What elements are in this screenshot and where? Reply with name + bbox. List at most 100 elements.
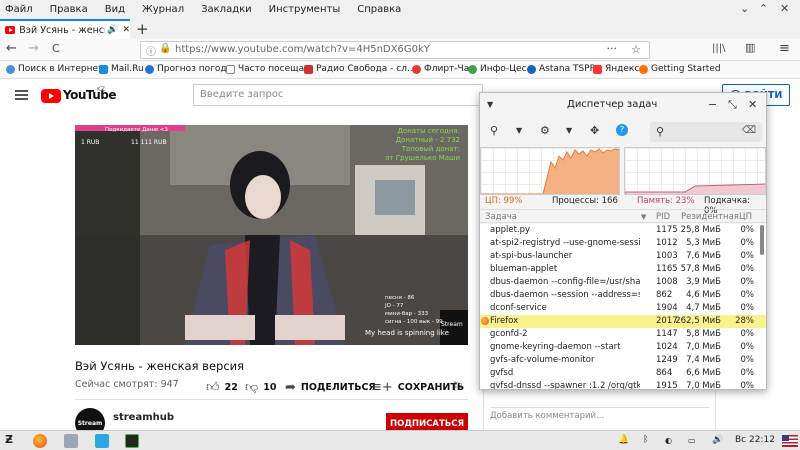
clear-search-icon[interactable]: ⌫ bbox=[742, 125, 756, 136]
sidebar-icon[interactable]: ▥ bbox=[745, 41, 755, 54]
overlay-money-1: 1 RUB bbox=[81, 139, 100, 146]
process-row[interactable]: dbus-daemon --session --address=syste 862… bbox=[480, 289, 766, 302]
battery-icon[interactable]: ▭ bbox=[688, 436, 696, 445]
process-row[interactable]: gvfsd-dnssd --spawner :1.2 /org/gtk/gvfs… bbox=[480, 380, 766, 389]
close-window-icon[interactable]: ✕ bbox=[780, 2, 789, 15]
bookmark-item[interactable]: Поиск в Интернете bbox=[6, 64, 109, 74]
process-row[interactable]: gvfsd 864 6,6 МиБ 0% bbox=[480, 367, 766, 380]
like-button[interactable]: 👍︎ 22 bbox=[206, 380, 238, 395]
gear-icon[interactable]: ⚙ bbox=[540, 124, 550, 137]
bookmarks-bar: Поиск в Интернете Mail.Ru Прогноз погоды… bbox=[0, 61, 800, 79]
search-input[interactable]: Введите запрос bbox=[193, 84, 483, 106]
process-row[interactable]: at-spi2-registryd --use-gnome-session 101… bbox=[480, 237, 766, 250]
process-pid: 1012 bbox=[656, 238, 678, 248]
close-icon[interactable]: ✕ bbox=[748, 98, 757, 111]
bookmark-star-icon[interactable]: ☆ bbox=[631, 43, 641, 56]
menu-history[interactable]: Журнал bbox=[142, 4, 184, 15]
url-bar[interactable]: ⓘ 🔒 https://www.youtube.com/watch?v=4H5n… bbox=[140, 41, 650, 59]
process-row[interactable]: gvfs-afc-volume-monitor 1249 7,4 МиБ 0% bbox=[480, 354, 766, 367]
process-mem: 7,0 МиБ bbox=[686, 342, 721, 352]
memory-usage: Память: 23% bbox=[637, 196, 695, 206]
url-text[interactable]: https://www.youtube.com/watch?v=4H5nDX6G… bbox=[175, 44, 430, 55]
clock[interactable]: Вс 22:12 bbox=[735, 435, 775, 445]
menu-file[interactable]: Файл bbox=[5, 4, 33, 15]
bookmark-item[interactable]: Яндекс bbox=[593, 64, 639, 74]
menu-tools[interactable]: Инструменты bbox=[269, 4, 341, 15]
software-launcher-icon[interactable] bbox=[95, 434, 109, 448]
dropdown-arrow-icon[interactable]: ▼ bbox=[516, 126, 522, 135]
forward-arrow-icon[interactable]: → bbox=[28, 41, 39, 56]
minimize-window-icon[interactable]: ⌄ bbox=[740, 2, 749, 15]
process-row[interactable]: gnome-keyring-daemon --start 1024 7,0 МиБ 0… bbox=[480, 341, 766, 354]
task-manager-stats: ЦП: 99% Процессы: 166 Память: 23% Подкач… bbox=[480, 196, 766, 216]
network-icon[interactable]: ◐ bbox=[665, 436, 672, 445]
maximize-window-icon[interactable]: ⌃ bbox=[759, 2, 768, 15]
reload-icon[interactable]: C bbox=[52, 42, 60, 55]
process-row[interactable]: dbus-daemon --config-file=/usr/share/d 10… bbox=[480, 276, 766, 289]
flag-icon[interactable]: ⚐ bbox=[452, 380, 464, 395]
column-cpu[interactable]: ЦП bbox=[739, 212, 752, 222]
process-row[interactable]: blueman-applet 1165 57,8 МиБ 0% bbox=[480, 263, 766, 276]
hamburger-menu-icon[interactable]: ≡ bbox=[779, 41, 790, 56]
bookmark-item[interactable]: Getting Started bbox=[639, 64, 721, 74]
video-player[interactable]: Подкидаете Даню <3 1 RUB 11 111 RUB Дона… bbox=[75, 125, 468, 345]
bookmark-item[interactable]: Прогноз погоды bbox=[145, 64, 234, 74]
column-resident[interactable]: Резидентная bbox=[681, 212, 739, 222]
process-search-input[interactable]: ⚲ ⌫ bbox=[650, 122, 762, 142]
process-tree-icon[interactable]: ⚲ bbox=[490, 124, 498, 137]
process-mem: 4,6 МиБ bbox=[686, 290, 721, 300]
youtube-logo-icon[interactable] bbox=[41, 89, 61, 103]
process-row[interactable]: at-spi-bus-launcher 1003 7,6 МиБ 0% bbox=[480, 250, 766, 263]
bookmark-item[interactable]: Флирт-Чат bbox=[412, 64, 474, 74]
back-arrow-icon[interactable]: ← bbox=[6, 41, 17, 56]
guide-menu-icon[interactable] bbox=[15, 90, 28, 100]
menu-bookmarks[interactable]: Закладки bbox=[201, 4, 252, 15]
crosshair-icon[interactable]: ✥ bbox=[590, 124, 599, 137]
menu-help[interactable]: Справка bbox=[357, 4, 401, 15]
process-list-scrollbar[interactable] bbox=[760, 225, 764, 255]
process-mem: 7,0 МиБ bbox=[686, 381, 721, 389]
minimize-icon[interactable]: − bbox=[708, 98, 717, 111]
restore-icon[interactable]: ⤡ bbox=[728, 98, 737, 112]
window-menu-icon[interactable]: ▼ bbox=[487, 100, 493, 109]
share-button[interactable]: ➦ ПОДЕЛИТЬСЯ bbox=[285, 380, 376, 395]
process-table-header: Задача ▼ PID Резидентная ЦП bbox=[480, 209, 766, 223]
youtube-logo-text[interactable]: YouTube bbox=[63, 88, 117, 102]
process-row[interactable]: applet.py 1175 25,8 МиБ 0% bbox=[480, 224, 766, 237]
dislike-button[interactable]: 👎︎ 10 bbox=[245, 380, 276, 395]
close-tab-icon[interactable]: ✕ bbox=[122, 25, 130, 35]
firefox-launcher-icon[interactable] bbox=[33, 434, 47, 448]
column-pid[interactable]: PID bbox=[656, 212, 670, 222]
task-manager-launcher-icon[interactable] bbox=[125, 434, 139, 448]
bookmark-item[interactable]: Радио Свобода - сл... bbox=[304, 64, 416, 74]
keyboard-layout-flag-icon[interactable] bbox=[782, 435, 798, 447]
volume-icon[interactable]: 🔊 bbox=[712, 435, 723, 445]
tab-youtube[interactable]: Вэй Усянь - женская в 🔊 ✕ bbox=[0, 19, 130, 39]
bookmark-item[interactable]: Часто посещаю bbox=[226, 64, 312, 74]
save-button[interactable]: ≡+ СОХРАНИТЬ bbox=[371, 380, 464, 395]
process-row[interactable]: dconf-service 1904 4,7 МиБ 0% bbox=[480, 302, 766, 315]
bookmark-item[interactable]: Astana TSPR bbox=[527, 64, 596, 74]
process-count: Процессы: 166 bbox=[552, 196, 618, 206]
menu-view[interactable]: Вид bbox=[105, 4, 125, 15]
help-icon[interactable]: ? bbox=[616, 124, 628, 136]
comment-input[interactable]: Добавить комментарий... bbox=[490, 407, 710, 425]
info-bookmark-icon bbox=[468, 64, 477, 74]
menu-edit[interactable]: Правка bbox=[50, 4, 88, 15]
bookmark-item[interactable]: Mail.Ru bbox=[99, 64, 144, 74]
column-task[interactable]: Задача bbox=[485, 212, 517, 222]
channel-name[interactable]: streamhub bbox=[113, 412, 174, 423]
process-row[interactable]: gconfd-2 1147 5,8 МиБ 0% bbox=[480, 328, 766, 341]
bookmark-item[interactable]: Инфо-Цес bbox=[468, 64, 527, 74]
dropdown-arrow-icon[interactable]: ▼ bbox=[566, 126, 572, 135]
page-actions-icon[interactable]: ··· bbox=[607, 42, 618, 55]
bell-icon[interactable]: 🔔 bbox=[618, 435, 629, 445]
files-launcher-icon[interactable] bbox=[64, 434, 78, 448]
process-cpu: 0% bbox=[740, 342, 755, 352]
process-row-selected[interactable]: Firefox 2017 262,5 МиБ 28% bbox=[480, 315, 766, 328]
library-icon[interactable]: |||\ bbox=[712, 43, 725, 54]
new-tab-button[interactable]: + bbox=[136, 20, 149, 38]
app-menu-icon[interactable]: Ƶ bbox=[5, 433, 13, 446]
bluetooth-icon[interactable]: ᛒ bbox=[643, 435, 648, 445]
speaker-icon[interactable]: 🔊 bbox=[107, 25, 118, 35]
